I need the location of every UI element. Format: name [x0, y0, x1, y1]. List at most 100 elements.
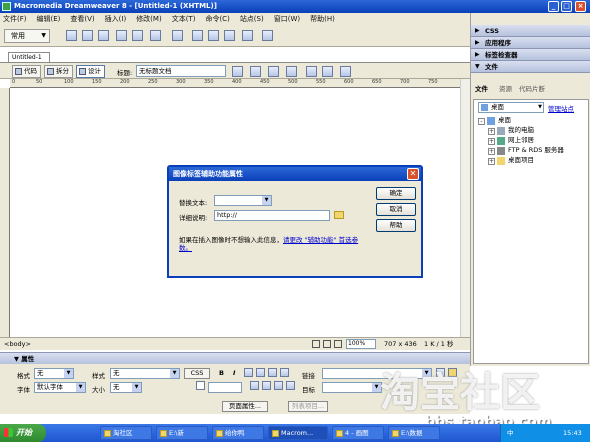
size-select[interactable]: 无 ▼ [110, 382, 142, 393]
tree-item-desktop-items[interactable]: 桌面项目 [508, 156, 534, 165]
visual-aids-icon[interactable] [340, 66, 351, 77]
insert-category-select[interactable]: 常用 ▼ [4, 29, 50, 43]
expand-icon[interactable]: + [488, 148, 495, 155]
tab-files[interactable]: 文件 [475, 84, 488, 95]
tag-selector[interactable]: <body> [4, 338, 31, 350]
list-item-button[interactable]: 列表项目... [288, 401, 328, 412]
menu-commands[interactable]: 命令(C) [205, 13, 229, 25]
check-errors-icon[interactable] [268, 66, 279, 77]
hyperlink-icon[interactable] [66, 30, 77, 41]
file-management-icon[interactable] [232, 66, 243, 77]
window-size[interactable]: 707 x 436 [384, 338, 417, 350]
panel-application[interactable]: ▶ 应用程序 [471, 37, 590, 49]
split-view-button[interactable]: 拆分 [44, 65, 73, 78]
indent-icon[interactable] [286, 381, 295, 390]
ime-indicator[interactable]: 中 [507, 424, 514, 442]
alt-text-combobox[interactable]: ▼ [214, 195, 272, 206]
image-icon[interactable] [150, 30, 161, 41]
task-button[interactable]: E:\数据 [388, 426, 440, 440]
design-view-button[interactable]: 设计 [76, 65, 105, 78]
help-button[interactable]: 帮助 [376, 219, 416, 232]
task-button[interactable]: 给你鸭 [212, 426, 264, 440]
tree-item-desktop[interactable]: 桌面 [498, 116, 511, 125]
outdent-icon[interactable] [274, 381, 283, 390]
preview-icon[interactable] [250, 66, 261, 77]
site-select[interactable]: 桌面 ▼ [478, 102, 544, 113]
server-side-include-icon[interactable] [208, 30, 219, 41]
browser-check-icon[interactable] [286, 66, 297, 77]
refresh-icon[interactable] [306, 66, 317, 77]
bold-button[interactable]: B [219, 369, 224, 377]
task-button-dreamweaver[interactable]: Macrom... [268, 426, 328, 440]
start-button[interactable]: 开始 [0, 424, 46, 442]
date-icon[interactable] [192, 30, 203, 41]
justify-icon[interactable] [280, 368, 289, 377]
menu-modify[interactable]: 修改(M) [136, 13, 162, 25]
task-button[interactable]: 4 - 画图 [332, 426, 384, 440]
align-center-icon[interactable] [256, 368, 265, 377]
menu-text[interactable]: 文本(T) [172, 13, 196, 25]
tab-assets[interactable]: 资源 [499, 84, 512, 95]
comment-icon[interactable] [224, 30, 235, 41]
tag-chooser-icon[interactable] [262, 30, 273, 41]
expand-icon[interactable]: + [488, 128, 495, 135]
code-view-button[interactable]: 代码 [12, 65, 41, 78]
task-button[interactable]: 淘社区 [100, 426, 152, 440]
document-tab[interactable]: Untitled-1 [8, 52, 50, 62]
menu-insert[interactable]: 插入(I) [105, 13, 127, 25]
menu-site[interactable]: 站点(S) [240, 13, 264, 25]
menu-edit[interactable]: 编辑(E) [37, 13, 61, 25]
tab-snippets[interactable]: 代码片断 [519, 84, 545, 95]
named-anchor-icon[interactable] [98, 30, 109, 41]
align-left-icon[interactable] [244, 368, 253, 377]
css-button[interactable]: CSS [184, 368, 210, 379]
align-right-icon[interactable] [268, 368, 277, 377]
table-icon[interactable] [116, 30, 127, 41]
text-color-input[interactable] [208, 382, 242, 393]
ok-button[interactable]: 确定 [376, 187, 416, 200]
menu-help[interactable]: 帮助(H) [310, 13, 335, 25]
browse-folder-icon[interactable] [334, 211, 344, 219]
panel-tag-inspector[interactable]: ▶ 标签检查器 [471, 49, 590, 61]
tree-item-ftp-rds[interactable]: FTP & RDS 服务器 [508, 146, 564, 155]
maximize-button[interactable]: □ [561, 1, 572, 12]
hand-tool-icon[interactable] [323, 340, 331, 348]
cancel-button[interactable]: 取消 [376, 203, 416, 216]
menu-window[interactable]: 窗口(W) [274, 13, 300, 25]
manage-sites-link[interactable]: 管理站点 [548, 103, 574, 113]
unordered-list-icon[interactable] [250, 381, 259, 390]
italic-button[interactable]: I [233, 369, 235, 377]
long-description-input[interactable]: http:// [214, 210, 330, 221]
close-button[interactable]: × [575, 1, 586, 12]
ordered-list-icon[interactable] [262, 381, 271, 390]
page-properties-button[interactable]: 页面属性... [222, 401, 268, 412]
zoom-tool-icon[interactable] [334, 340, 342, 348]
layer-icon[interactable] [132, 30, 143, 41]
menu-file[interactable]: 文件(F) [3, 13, 27, 25]
vertical-scrollbar[interactable] [460, 79, 470, 337]
media-icon[interactable] [172, 30, 183, 41]
email-link-icon[interactable] [82, 30, 93, 41]
minimize-button[interactable]: _ [548, 1, 559, 12]
format-select[interactable]: 无 ▼ [34, 368, 74, 379]
select-tool-icon[interactable] [312, 340, 320, 348]
target-select[interactable]: ▼ [322, 382, 382, 393]
doc-title-input[interactable]: 无标题文档 [136, 65, 226, 77]
style-select[interactable]: 无 ▼ [110, 368, 180, 379]
expand-icon[interactable]: + [488, 158, 495, 165]
view-options-icon[interactable] [322, 66, 333, 77]
font-select[interactable]: 默认字体 ▼ [34, 382, 86, 393]
expand-icon[interactable]: + [488, 138, 495, 145]
tree-item-network[interactable]: 网上邻居 [508, 136, 534, 145]
task-label: Macrom... [281, 429, 314, 437]
templates-icon[interactable] [242, 30, 253, 41]
close-icon[interactable]: ✕ [407, 168, 419, 180]
text-color-swatch[interactable] [196, 381, 205, 390]
task-button[interactable]: E:\新 [156, 426, 208, 440]
panel-files[interactable]: ▼ 文件 [471, 61, 590, 73]
tree-item-my-computer[interactable]: 我的电脑 [508, 126, 534, 135]
collapse-icon[interactable]: - [478, 118, 485, 125]
zoom-select[interactable]: 100% [346, 339, 376, 349]
panel-css[interactable]: ▶ CSS [471, 25, 590, 37]
menu-view[interactable]: 查看(V) [70, 13, 94, 25]
